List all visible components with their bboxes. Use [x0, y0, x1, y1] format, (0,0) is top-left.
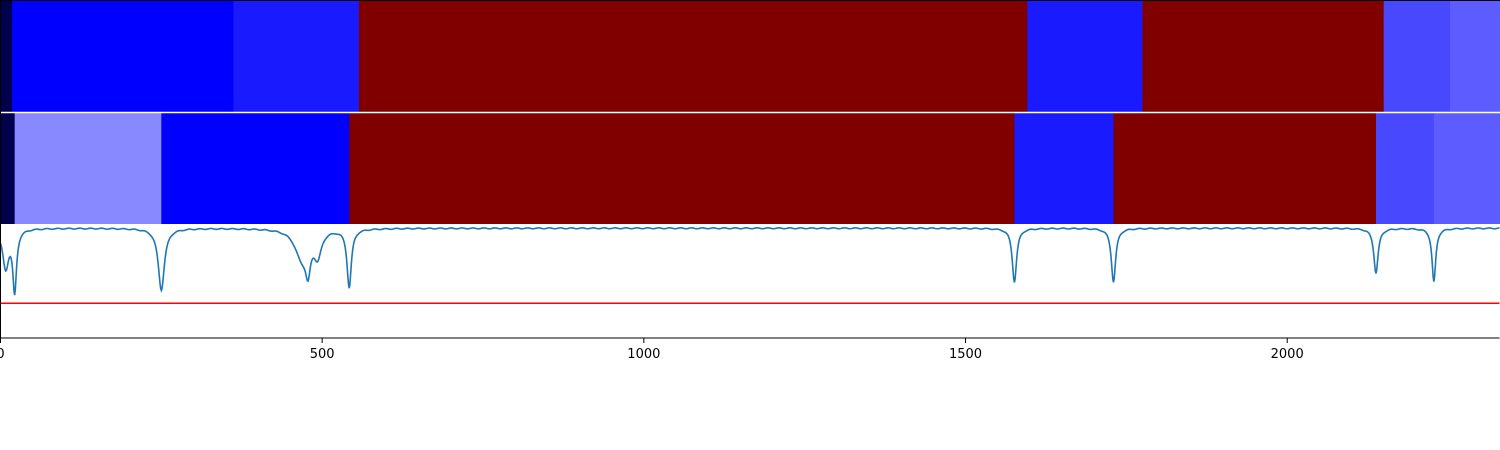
heatmap-rows [0, 1, 1500, 224]
x-tick-label: 2000 [1271, 347, 1304, 362]
heatmap-segment [349, 113, 1015, 224]
x-tick-label: 0 [0, 347, 5, 362]
heatmap-segment [161, 113, 350, 224]
heatmap-segment [0, 1, 13, 112]
heatmap-segment [1449, 1, 1500, 112]
heatmap-segment [1433, 113, 1500, 224]
signal-line [0, 227, 1500, 296]
x-tick-label: 500 [310, 347, 335, 362]
x-tick-label: 1000 [627, 347, 660, 362]
heatmap-segment [1014, 113, 1114, 224]
heatmap-segment [1375, 113, 1435, 224]
heatmap-row-2 [0, 113, 1500, 224]
heatmap-segment [1027, 1, 1143, 112]
heatmap-segment [1142, 1, 1385, 112]
chart: 0 500 1000 1500 2000 [0, 0, 1500, 362]
heatmap-row-1 [0, 1, 1500, 112]
heatmap-segment [0, 113, 16, 224]
heatmap-segment [1113, 113, 1377, 224]
heatmap-segment [12, 1, 234, 112]
heatmap-segment [358, 1, 1028, 112]
line-panel [0, 227, 1500, 305]
heatmap-segment [1383, 1, 1451, 112]
x-tick-label: 1500 [949, 347, 982, 362]
heatmap-segment [233, 1, 360, 112]
heatmap-segment [14, 113, 162, 224]
